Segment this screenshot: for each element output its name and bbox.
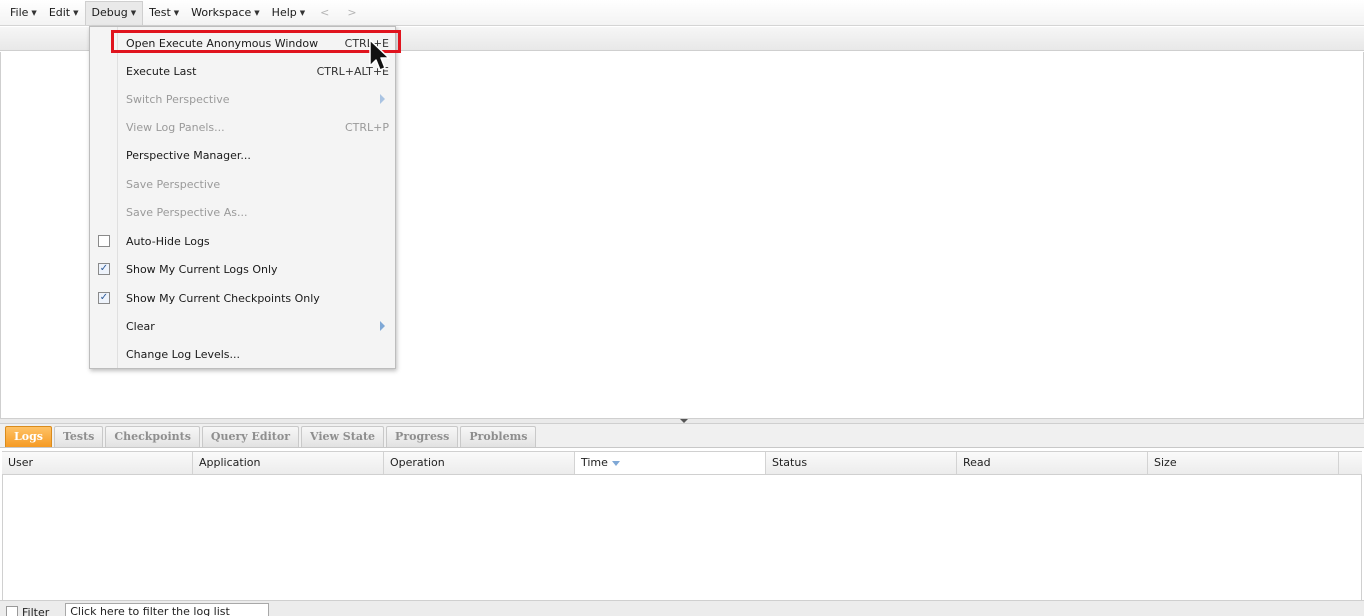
menubar: File ▼ Edit ▼ Debug ▼ Test ▼ Workspace ▼… — [0, 0, 1364, 26]
menu-item-label: Switch Perspective — [126, 92, 230, 106]
chevron-down-icon: ▼ — [31, 8, 37, 17]
menu-help-label: Help — [271, 5, 297, 19]
developer-console: File ▼ Edit ▼ Debug ▼ Test ▼ Workspace ▼… — [0, 0, 1364, 616]
menu-item-label: View Log Panels... — [126, 120, 225, 134]
log-grid-header: User Application Operation Time Status R… — [2, 451, 1362, 475]
filter-label: Filter — [22, 606, 50, 616]
tab-problems[interactable]: Problems — [460, 426, 537, 447]
column-label: Status — [772, 456, 808, 469]
column-status[interactable]: Status — [766, 452, 957, 474]
tab-query-editor[interactable]: Query Editor — [201, 426, 299, 447]
log-grid-body[interactable] — [2, 475, 1362, 600]
mouse-cursor-icon — [369, 39, 390, 71]
forward-icon[interactable]: > — [338, 6, 365, 19]
menu-item-view-log-panels[interactable]: View Log Panels... CTRL+P — [90, 113, 395, 141]
column-size[interactable]: Size — [1148, 452, 1339, 474]
column-operation[interactable]: Operation — [384, 452, 575, 474]
menu-test[interactable]: Test ▼ — [143, 2, 185, 24]
back-icon[interactable]: < — [311, 6, 338, 19]
menu-workspace[interactable]: Workspace ▼ — [185, 2, 266, 24]
menu-item-shortcut: CTRL+P — [344, 120, 389, 134]
chevron-down-icon: ▼ — [254, 8, 260, 17]
chevron-down-icon: ▼ — [299, 8, 306, 17]
submenu-arrow-icon — [380, 321, 385, 331]
column-label: Read — [963, 456, 991, 469]
menu-workspace-label: Workspace — [191, 5, 252, 19]
menu-edit-label: Edit — [48, 5, 71, 19]
menu-item-label: Open Execute Anonymous Window — [126, 36, 319, 50]
menu-item-label: Execute Last — [126, 64, 197, 78]
filter-input[interactable] — [65, 602, 270, 616]
column-label: Operation — [390, 456, 445, 469]
tab-progress[interactable]: Progress — [386, 426, 459, 447]
sort-descending-icon — [611, 460, 620, 466]
tab-tests[interactable]: Tests — [53, 426, 104, 447]
menu-debug[interactable]: Debug ▼ — [84, 0, 144, 25]
chevron-down-icon: ▼ — [130, 9, 137, 17]
menu-file[interactable]: File ▼ — [4, 2, 43, 24]
menu-item-label: Save Perspective — [126, 177, 221, 191]
checkbox-unchecked-icon[interactable] — [98, 235, 110, 247]
menu-item-label: Show My Current Logs Only — [126, 262, 278, 276]
bottom-tabbar: Logs Tests Checkpoints Query Editor View… — [0, 424, 1364, 448]
menu-item-label: Change Log Levels... — [126, 347, 241, 361]
tab-view-state[interactable]: View State — [300, 426, 385, 447]
column-user[interactable]: User — [2, 452, 193, 474]
menu-help[interactable]: Help ▼ — [266, 2, 311, 24]
column-label: Size — [1154, 456, 1177, 469]
tab-logs[interactable]: Logs — [5, 426, 52, 447]
filter-bar: Filter — [0, 600, 1364, 616]
menu-item-execute-last[interactable]: Execute Last CTRL+ALT+E — [90, 57, 395, 85]
chevron-down-icon: ▼ — [173, 8, 180, 17]
submenu-arrow-icon — [380, 94, 385, 104]
column-label: Application — [199, 456, 261, 469]
menu-item-change-log-levels[interactable]: Change Log Levels... — [90, 340, 395, 368]
tab-checkpoints[interactable]: Checkpoints — [105, 426, 200, 447]
column-time[interactable]: Time — [575, 452, 766, 474]
menu-item-save-perspective-as[interactable]: Save Perspective As... — [90, 198, 395, 226]
menu-item-open-execute-anonymous[interactable]: Open Execute Anonymous Window CTRL+E — [90, 29, 395, 57]
menu-test-label: Test — [149, 5, 171, 19]
menu-edit[interactable]: Edit ▼ — [43, 2, 85, 24]
menu-item-label: Perspective Manager... — [126, 148, 251, 162]
checkbox-checked-icon[interactable]: ✓ — [98, 292, 110, 304]
chevron-down-icon: ▼ — [73, 8, 79, 17]
collapse-arrow-icon[interactable] — [680, 419, 688, 423]
menu-item-clear[interactable]: Clear — [90, 312, 395, 340]
menu-item-label: Auto-Hide Logs — [126, 234, 210, 248]
menu-item-label: Save Perspective As... — [126, 205, 248, 219]
menu-item-save-perspective[interactable]: Save Perspective — [90, 170, 395, 198]
menu-item-show-my-current-logs-only[interactable]: ✓ Show My Current Logs Only — [90, 255, 395, 283]
menu-file-label: File — [10, 5, 29, 19]
menu-item-label: Clear — [126, 319, 155, 333]
menu-item-auto-hide-logs[interactable]: Auto-Hide Logs — [90, 227, 395, 255]
checkbox-checked-icon[interactable]: ✓ — [98, 263, 110, 275]
menu-debug-label: Debug — [91, 6, 128, 19]
menu-item-switch-perspective[interactable]: Switch Perspective — [90, 85, 395, 113]
column-read[interactable]: Read — [957, 452, 1148, 474]
column-label: Time — [581, 456, 608, 469]
column-label: User — [8, 456, 34, 469]
menu-item-show-my-current-checkpoints-only[interactable]: ✓ Show My Current Checkpoints Only — [90, 284, 395, 312]
menu-item-label: Show My Current Checkpoints Only — [126, 291, 320, 305]
debug-menu-dropdown: Open Execute Anonymous Window CTRL+E Exe… — [89, 26, 396, 369]
column-application[interactable]: Application — [193, 452, 384, 474]
filter-checkbox[interactable] — [6, 605, 18, 616]
menu-item-perspective-manager[interactable]: Perspective Manager... — [90, 141, 395, 169]
